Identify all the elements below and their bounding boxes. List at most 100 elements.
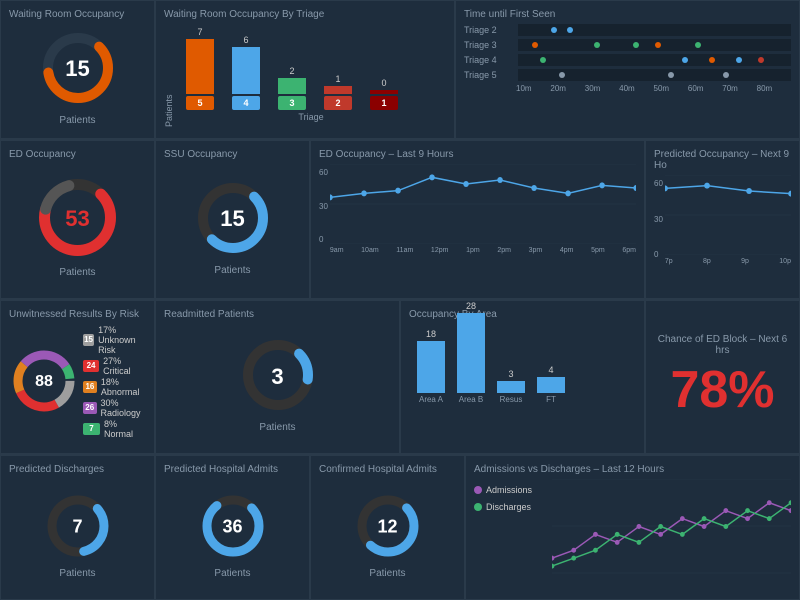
readmitted-label: Patients [259,422,295,433]
row1: Waiting Room Occupancy 15 Patients Waiti… [0,0,800,140]
ed-occupancy-label: Patients [59,267,95,278]
pred-x: 7p8p9p10p [665,258,791,265]
ed-donut-container: 53 Patients [9,164,146,289]
ed-occupancy-title: ED Occupancy [9,149,146,160]
time-first-seen-panel: Time until First Seen Triage 2Triage 3Tr… [455,0,800,139]
triage-badges: 54321 [176,96,446,110]
ssu-value: 15 [220,206,244,232]
readmitted-donut-container: 3 Patients [164,324,391,444]
ed-block-value: 78% [670,360,774,420]
pred-dis-value: 7 [72,517,82,538]
area-bars: 18Area A28Area B3Resus4FT [409,324,636,404]
pred-y: 60300 [654,179,663,259]
row2: ED Occupancy 53 Patients SSU Occupancy [0,140,800,300]
pred-adm-label: Patients [214,568,250,579]
waiting-room-donut-container: 15 Patients [9,24,146,129]
row3: Unwitnessed Results By Risk 88 1517% Unk… [0,300,800,455]
occupancy-area-title: Occupancy By Area [409,309,636,320]
pred-dis-label: Patients [59,568,95,579]
triage-time-row: Triage 4 [464,54,791,66]
unwit-legend-item: 78% Normal [83,419,146,439]
ssu-occupancy-panel: SSU Occupancy 15 Patients [155,140,310,299]
predicted-next9-panel: Predicted Occupancy – Next 9 Ho 60300 7p… [645,140,800,299]
adm-dis-legend: Admissions Discharges [474,483,544,574]
ed-occupancy-panel: ED Occupancy 53 Patients [0,140,155,299]
adm-dis-title: Admissions vs Discharges – Last 12 Hours [474,464,791,475]
readmitted-panel: Readmitted Patients 3 Patients [155,300,400,454]
pred-dis-container: 7 Patients [9,479,146,590]
area-bar-group: 4FT [537,365,565,404]
ssu-donut: 15 [193,178,273,261]
ed-last9-title: ED Occupancy – Last 9 Hours [319,149,636,160]
adm-dis-svg [552,479,791,574]
area-bar-group: 3Resus [497,369,525,404]
triage-y-label: Patients [164,24,174,127]
triage-bar-group: 7 [186,27,214,94]
time-rows: Triage 2 Triage 3 Triage 4 Triage 5 [464,24,791,81]
unwit-legend-item: 2427% Critical [83,356,146,376]
pred-dis-title: Predicted Discharges [9,464,146,475]
conf-adm-donut: 12 [353,491,423,564]
ed-last9-x: 9am10am11am12pm1pm2pm3pm4pm5pm6pm [330,247,636,254]
confirmed-admits-panel: Confirmed Hospital Admits 12 Patients [310,455,465,600]
unwitnessed-donut: 88 [9,346,79,419]
conf-adm-label: Patients [369,568,405,579]
readmitted-donut: 3 [238,335,318,418]
adm-legend-item: Discharges [474,502,544,512]
predicted-discharges-panel: Predicted Discharges 7 Patients [0,455,155,600]
triage-chart-panel: Waiting Room Occupancy By Triage Patient… [155,0,455,139]
triage-title: Waiting Room Occupancy By Triage [164,9,446,20]
time-x-axis: 10m20m30m40m50m60m70m80m [516,84,791,93]
triage-time-row: Triage 5 [464,69,791,81]
triage-bars: 7621 0 [176,24,446,94]
unwit-legend-item: 1517% Unknown Risk [83,325,146,355]
ed-block-panel: Chance of ED Block – Next 6 hrs 78% [645,300,800,454]
triage-bar-group: 1 [324,74,352,94]
adm-legend-item: Admissions [474,485,544,495]
pred-adm-title: Predicted Hospital Admits [164,464,301,475]
conf-adm-value: 12 [377,517,397,538]
ed-occupancy-value: 53 [65,206,89,232]
ssu-title: SSU Occupancy [164,149,301,160]
unwit-legend-item: 1618% Abnormal [83,377,146,397]
area-bar-group: 28Area B [457,301,485,404]
unwitnessed-value: 88 [35,373,53,391]
ed-last9-svg [330,164,636,244]
adm-dis-panel: Admissions vs Discharges – Last 12 Hours… [465,455,800,600]
conf-adm-container: 12 Patients [319,479,456,590]
triage-bar-group: 0 [370,78,398,94]
triage-time-row: Triage 3 [464,39,791,51]
pred-adm-container: 36 Patients [164,479,301,590]
predicted-admits-panel: Predicted Hospital Admits 36 Patients [155,455,310,600]
ssu-label: Patients [214,265,250,276]
area-bar-group: 18Area A [417,329,445,404]
unwitnessed-legend: 1517% Unknown Risk2427% Critical1618% Ab… [83,324,146,440]
ssu-donut-container: 15 Patients [164,164,301,289]
triage-bar-group: 6 [232,35,260,94]
waiting-room-donut: 15 [38,28,118,111]
waiting-room-occupancy-panel: Waiting Room Occupancy 15 Patients [0,0,155,139]
pred-next9-svg [665,175,791,255]
readmitted-value: 3 [271,364,283,390]
pred-dis-donut: 7 [43,491,113,564]
triage-x-label: Triage [176,112,446,122]
ed-last9-y: 60300 [319,168,328,248]
triage-time-row: Triage 2 [464,24,791,36]
pred-adm-donut: 36 [198,491,268,564]
unwitnessed-title: Unwitnessed Results By Risk [9,309,146,320]
pred-adm-value: 36 [222,517,242,538]
unwitnessed-panel: Unwitnessed Results By Risk 88 1517% Unk… [0,300,155,454]
waiting-room-title: Waiting Room Occupancy [9,9,146,20]
readmitted-title: Readmitted Patients [164,309,391,320]
row4: Predicted Discharges 7 Patients Predicte… [0,455,800,600]
waiting-room-value: 15 [65,56,89,82]
unwit-legend-item: 2630% Radiology [83,398,146,418]
triage-bar-group: 2 [278,66,306,94]
ed-donut: 53 [35,175,120,263]
predicted-next9-title: Predicted Occupancy – Next 9 Ho [654,149,791,171]
ed-block-title: Chance of ED Block – Next 6 hrs [654,334,791,356]
occupancy-area-panel: Occupancy By Area 18Area A 28Area B 3Resus… [400,300,645,454]
time-title: Time until First Seen [464,9,791,20]
dashboard: Waiting Room Occupancy 15 Patients Waiti… [0,0,800,600]
ed-last9-panel: ED Occupancy – Last 9 Hours 60300 9am10a… [310,140,645,299]
